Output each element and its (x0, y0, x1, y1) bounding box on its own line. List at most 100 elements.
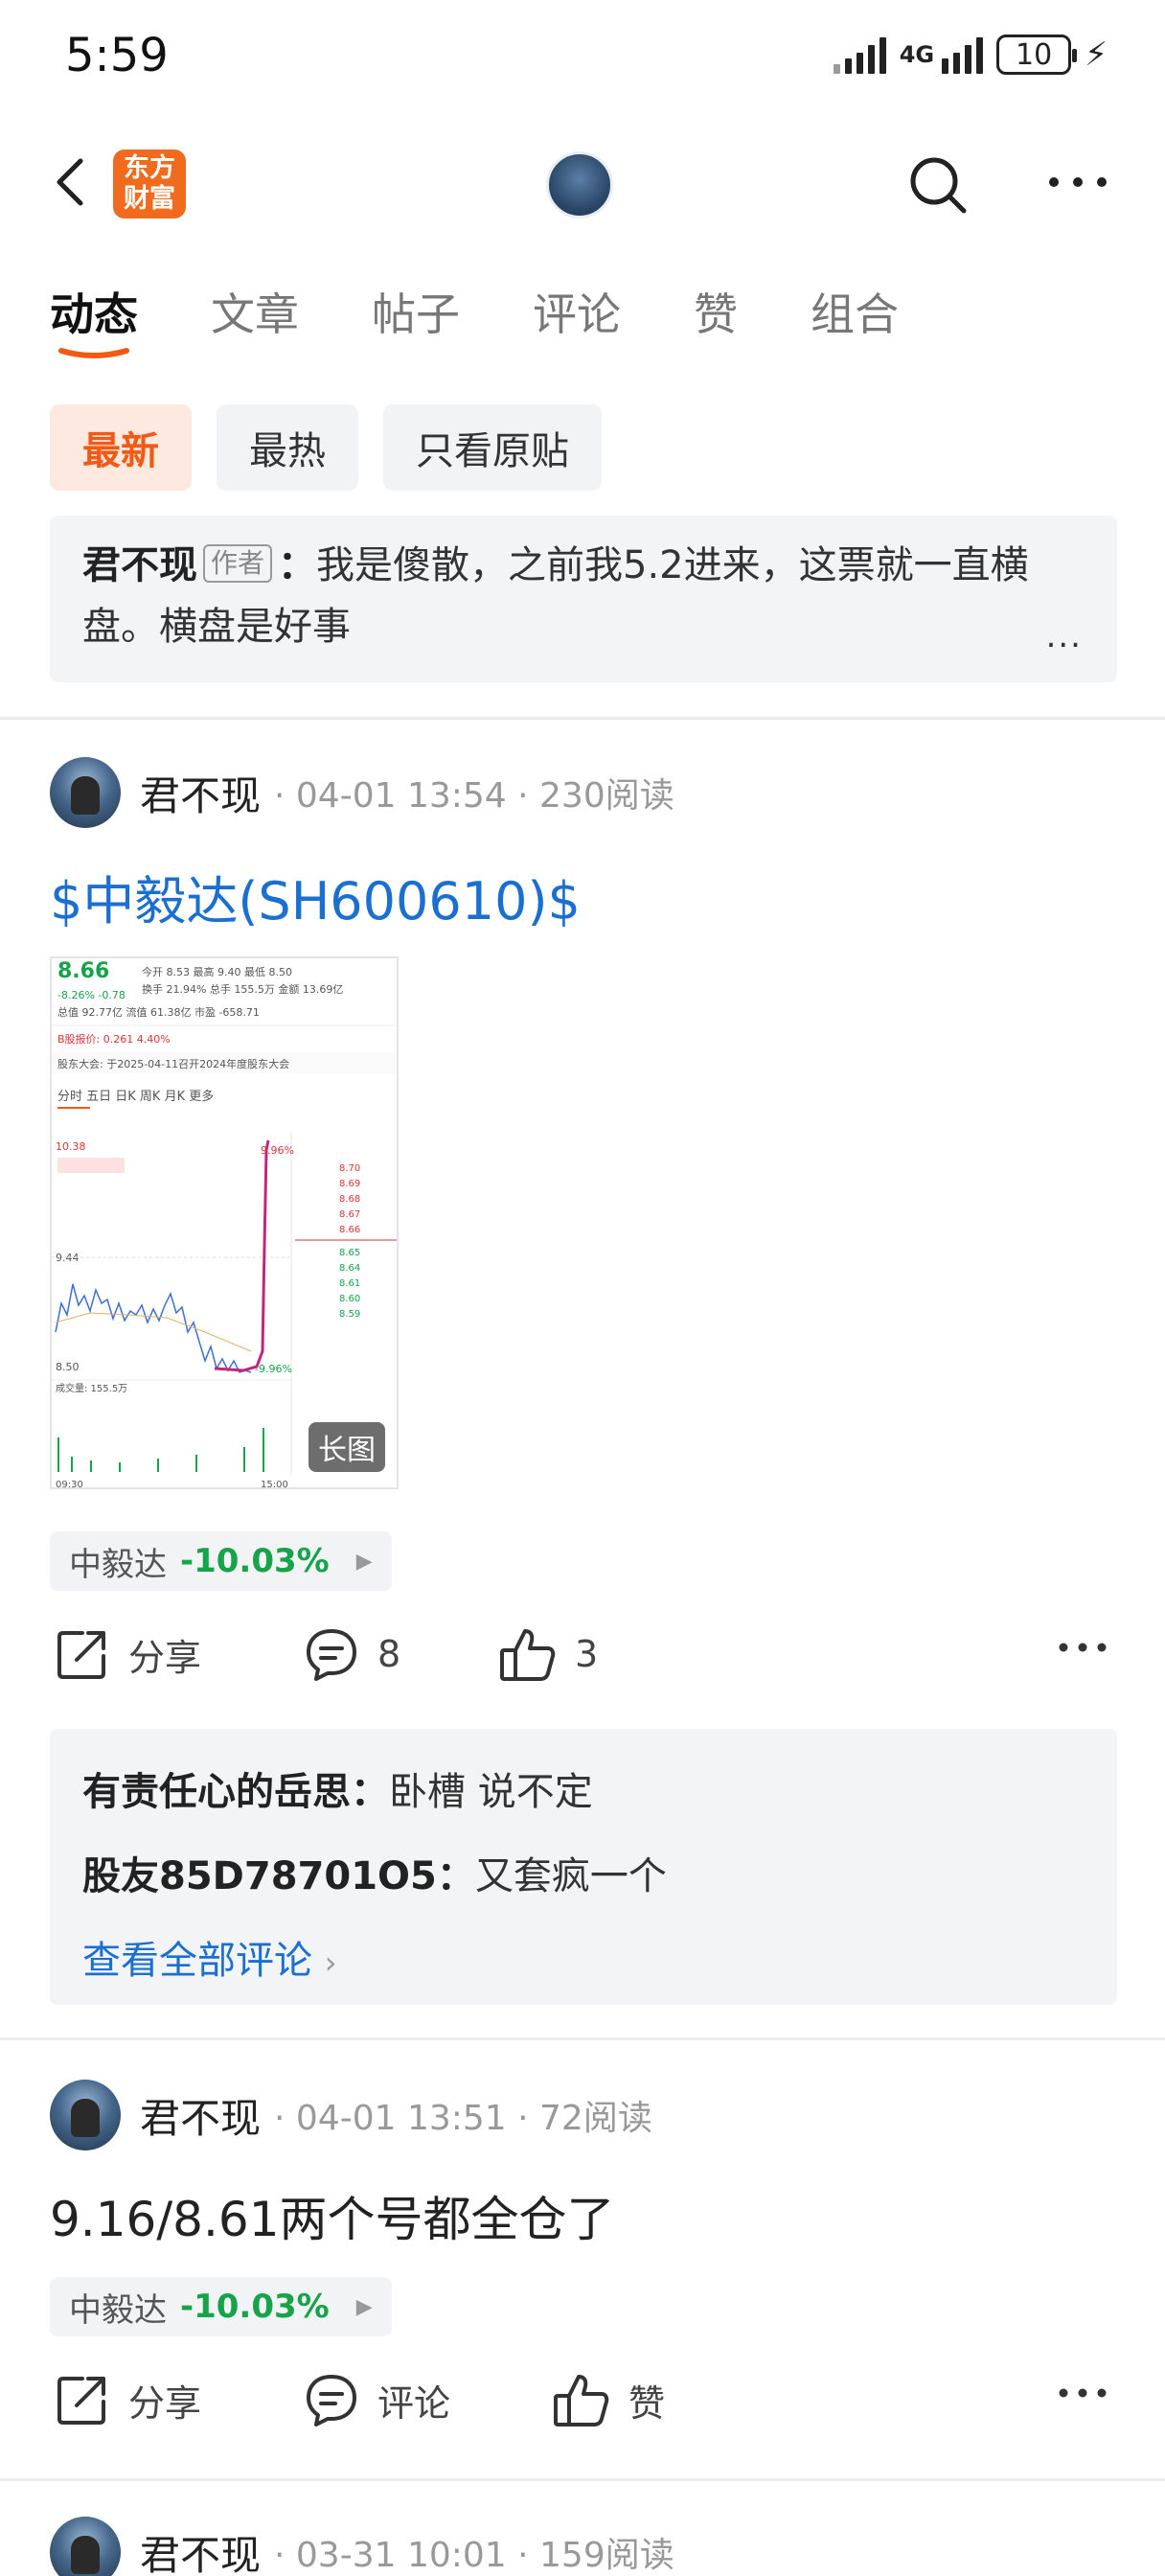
share-button[interactable]: 分享 (54, 1625, 201, 1683)
filter-hot[interactable]: 最热 (217, 404, 358, 491)
long-image-badge: 长图 (308, 1422, 385, 1472)
svg-text:8.60: 8.60 (339, 1294, 360, 1304)
view-all-comments-link[interactable]: 查看全部评论 › (82, 1919, 1085, 2005)
svg-text:股东大会: 于2025-04-11召开2024年度股东大会: 股东大会: 于2025-04-11召开2024年度股东大会 (57, 1057, 289, 1070)
svg-text:总值 92.77亿 流值 61.38亿 市盈 -658.: 总值 92.77亿 流值 61.38亿 市盈 -658.71 (57, 1005, 260, 1019)
filter-chips: 最新 最热 只看原贴 (50, 404, 602, 491)
post-header: 君不现 · 03-31 10:01 · 159阅读 (50, 2517, 674, 2576)
more-icon[interactable] (1044, 163, 1111, 201)
play-arrow-icon: ▶ (355, 1549, 373, 1574)
post-actions: 分享 评论 赞 (50, 2371, 1117, 2448)
svg-text:分时 五日 日K 周K 月K 更多: 分时 五日 日K 周K 月K 更多 (57, 1089, 214, 1104)
post-more-icon[interactable] (1058, 1641, 1108, 1654)
divider (0, 2478, 1165, 2481)
network-type: 4G (899, 41, 935, 68)
tab-bar: 动态 文章 帖子 评论 赞 组合 (50, 280, 971, 358)
stock-tag[interactable]: 中毅达 -10.03% ▶ (50, 2277, 392, 2336)
battery-level: 10 (1016, 37, 1053, 72)
svg-text:成交量: 155.5万: 成交量: 155.5万 (56, 1382, 127, 1394)
tab-portfolio[interactable]: 组合 (811, 280, 899, 343)
signal-icon (833, 35, 886, 74)
svg-text:8.50: 8.50 (56, 1361, 80, 1373)
share-button[interactable]: 分享 (54, 2371, 201, 2428)
comment-button[interactable]: 评论 (303, 2371, 450, 2428)
pinned-comment[interactable]: 君不现 作者 ：我是傻散，之前我5.2进来，这票就一直横盘。横盘是好事 ... (50, 516, 1117, 682)
play-arrow-icon: ▶ (355, 2294, 373, 2319)
like-button[interactable]: 赞 (552, 2371, 665, 2428)
charging-icon: ⚡ (1085, 35, 1108, 74)
post-image[interactable]: 8.66 -8.26% -0.78 今开 8.53 最高 9.40 最低 8.5… (50, 956, 399, 1489)
comment-button[interactable]: 8 (303, 1625, 400, 1683)
avatar[interactable] (50, 2517, 121, 2576)
tab-dynamic[interactable]: 动态 (50, 280, 138, 358)
svg-text:8.70: 8.70 (339, 1163, 360, 1174)
pinned-author: 君不现 (82, 543, 197, 587)
svg-text:8.66: 8.66 (57, 959, 109, 983)
post-header: 君不现 · 04-01 13:54 · 230阅读 (50, 757, 674, 828)
stock-chart-thumbnail: 8.66 -8.26% -0.78 今开 8.53 最高 9.40 最低 8.5… (52, 959, 397, 1489)
post-actions: 分享 8 3 (50, 1625, 1117, 1702)
like-button[interactable]: 3 (498, 1625, 598, 1683)
svg-text:今开 8.53 最高 9.40 最低 8.50: 今开 8.53 最高 9.40 最低 8.50 (142, 965, 292, 978)
chevron-right-icon: › (324, 1944, 337, 1981)
comment-item[interactable]: 有责任心的岳思：卧槽 说不定 (82, 1750, 1085, 1834)
status-bar: 5:59 4G 10 ⚡ (0, 0, 1165, 115)
filter-original-only[interactable]: 只看原贴 (383, 404, 602, 491)
app-logo[interactable]: 东方 财富 (113, 150, 186, 218)
tab-active-indicator (58, 348, 129, 358)
author-tag: 作者 (203, 544, 273, 583)
status-time: 5:59 (65, 29, 169, 82)
stock-tag[interactable]: 中毅达 -10.03% ▶ (50, 1531, 392, 1591)
svg-text:8.65: 8.65 (339, 1248, 360, 1258)
comment-preview: 有责任心的岳思：卧槽 说不定 股友85D78701O5：又套疯一个 查看全部评论… (50, 1729, 1117, 2005)
stock-name: 中毅达 (69, 2290, 167, 2330)
thumbs-up-icon (554, 2375, 609, 2426)
filter-latest[interactable]: 最新 (50, 404, 192, 491)
divider (0, 2037, 1165, 2040)
share-icon (57, 2377, 105, 2425)
thumbs-up-icon (500, 1629, 556, 1681)
svg-text:09:30: 09:30 (56, 1480, 83, 1489)
share-icon (57, 1631, 105, 1679)
post-meta: · 04-01 13:54 · 230阅读 (274, 776, 674, 816)
back-icon[interactable] (44, 153, 102, 211)
svg-text:8.67: 8.67 (339, 1209, 360, 1220)
post-more-icon[interactable] (1058, 2386, 1108, 2400)
search-icon[interactable] (904, 151, 971, 218)
svg-text:8.59: 8.59 (339, 1309, 360, 1320)
svg-text:8.69: 8.69 (339, 1179, 360, 1189)
stock-change: -10.03% (180, 2288, 330, 2326)
post-meta: · 04-01 13:51 · 72阅读 (274, 2099, 652, 2138)
svg-text:8.68: 8.68 (339, 1194, 360, 1205)
comment-item[interactable]: 股友85D78701O5：又套疯一个 (82, 1834, 1085, 1919)
svg-text:10.38: 10.38 (56, 1140, 86, 1153)
post-meta: · 03-31 10:01 · 159阅读 (274, 2536, 674, 2575)
post-header: 君不现 · 04-01 13:51 · 72阅读 (50, 2080, 652, 2150)
post-author[interactable]: 君不现 (140, 2523, 261, 2576)
stock-name: 中毅达 (69, 1545, 167, 1584)
post-text[interactable]: 9.16/8.61两个号都全仓了 (50, 2181, 615, 2250)
expand-ellipsis[interactable]: ... (1046, 606, 1083, 667)
tab-articles[interactable]: 文章 (211, 280, 299, 343)
svg-text:B股报价: 0.261 4.40%: B股报价: 0.261 4.40% (57, 1032, 171, 1046)
comment-icon (307, 2375, 356, 2426)
svg-text:换手 21.94% 总手 155.5万 金额 13.69: 换手 21.94% 总手 155.5万 金额 13.69亿 (142, 982, 343, 996)
svg-text:15:00: 15:00 (261, 1480, 288, 1489)
tab-comments[interactable]: 评论 (533, 280, 621, 343)
svg-text:8.66: 8.66 (339, 1225, 360, 1235)
profile-avatar[interactable] (546, 151, 613, 218)
comment-icon (307, 1629, 356, 1681)
stock-change: -10.03% (180, 1542, 330, 1580)
post-author[interactable]: 君不现 (140, 764, 261, 822)
svg-text:8.64: 8.64 (339, 1263, 360, 1274)
status-icons: 4G 10 ⚡ (833, 34, 1108, 75)
tab-posts[interactable]: 帖子 (372, 280, 460, 343)
tab-likes[interactable]: 赞 (694, 280, 738, 343)
svg-text:8.61: 8.61 (339, 1278, 360, 1289)
top-bar: 东方 财富 (0, 134, 1165, 230)
svg-text:9.96%: 9.96% (261, 1144, 294, 1157)
avatar[interactable] (50, 757, 121, 828)
avatar[interactable] (50, 2080, 121, 2150)
post-stock-link[interactable]: $中毅达(SH600610)$ (50, 859, 581, 934)
post-author[interactable]: 君不现 (140, 2086, 261, 2145)
